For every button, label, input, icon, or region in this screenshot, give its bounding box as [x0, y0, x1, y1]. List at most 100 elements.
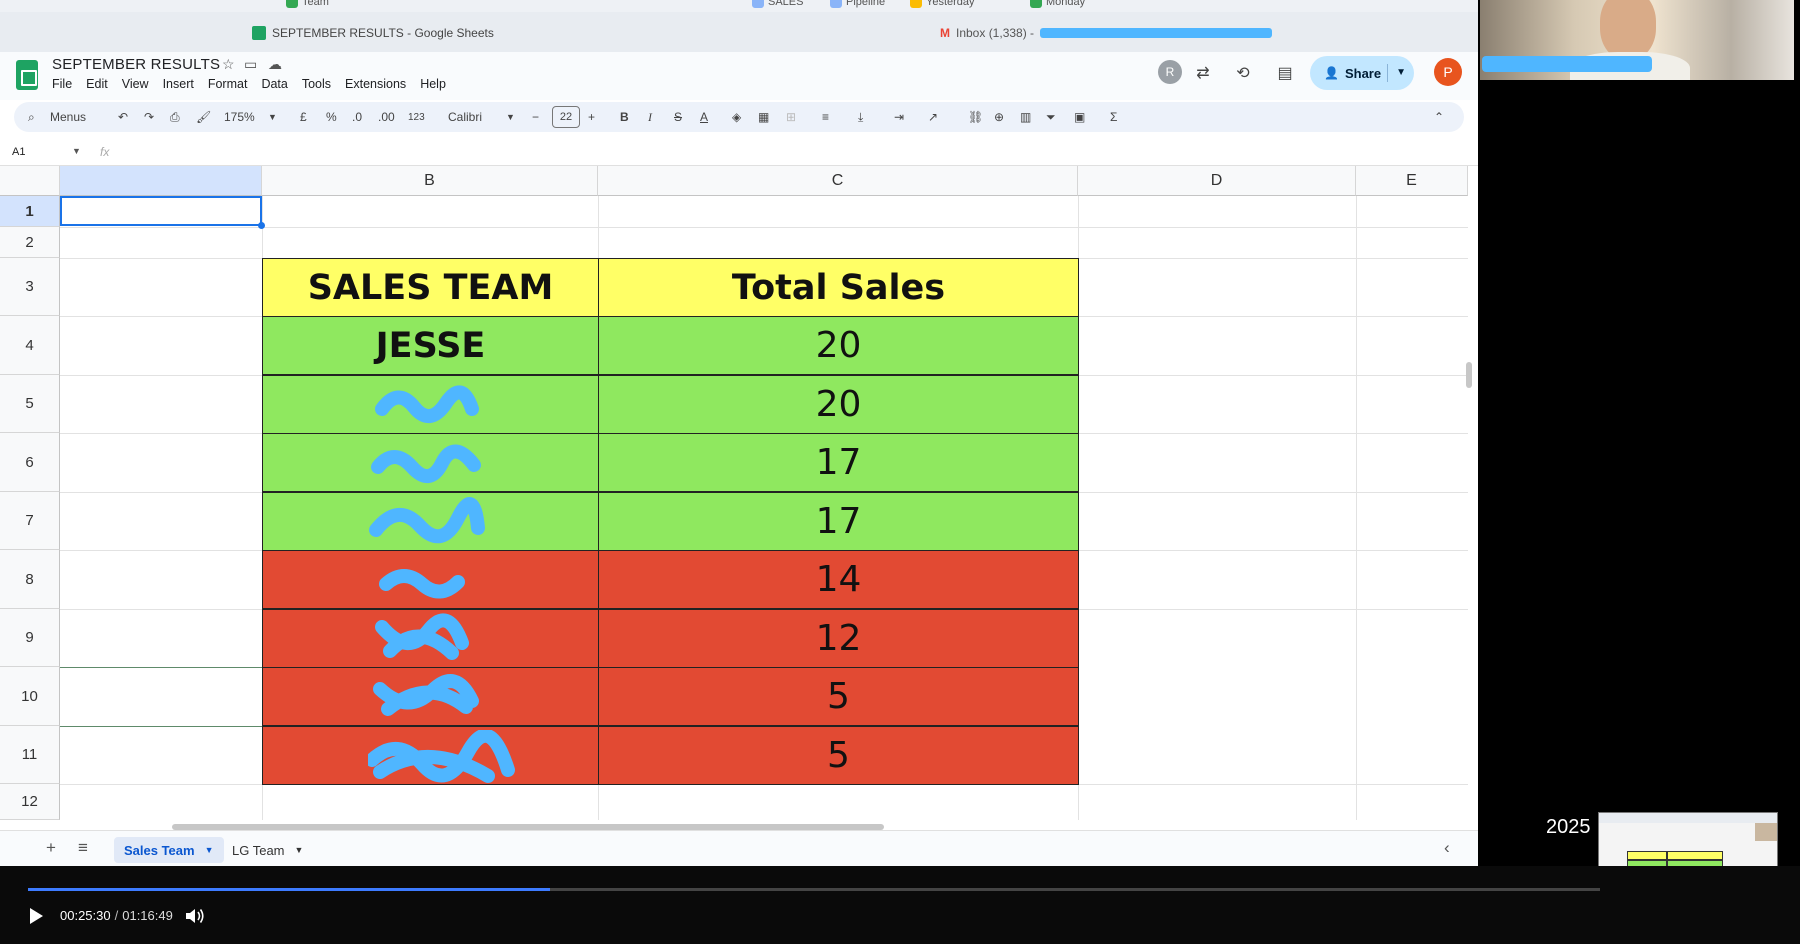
- sheets-logo-icon[interactable]: [16, 60, 38, 90]
- tab-google-sheets[interactable]: SEPTEMBER RESULTS - Google Sheets: [252, 20, 494, 46]
- tab-gmail-inbox[interactable]: M Inbox (1,338) -: [940, 20, 1273, 46]
- decrease-font-size-icon[interactable]: −: [532, 102, 539, 132]
- bold-button[interactable]: B: [620, 102, 629, 132]
- font-select[interactable]: Calibri: [448, 102, 482, 132]
- chevron-down-icon[interactable]: ▼: [205, 845, 214, 855]
- sales-team-header-cell[interactable]: SALES TEAM: [262, 258, 599, 317]
- total-sales-header-cell[interactable]: Total Sales: [598, 258, 1079, 317]
- menu-tools[interactable]: Tools: [302, 77, 331, 91]
- decrease-decimal-button[interactable]: .0: [352, 102, 362, 132]
- all-sheets-icon[interactable]: ≡: [78, 838, 88, 858]
- menu-edit[interactable]: Edit: [86, 77, 108, 91]
- bookmark-yesterday[interactable]: Yesterday: [910, 0, 975, 8]
- filter-views-icon[interactable]: ▣: [1074, 102, 1085, 132]
- cloud-status-icon[interactable]: ☁: [268, 56, 282, 73]
- insert-comment-icon[interactable]: ⊕: [994, 102, 1004, 132]
- text-color-button[interactable]: A: [700, 102, 708, 132]
- zoom-dropdown-icon[interactable]: ▼: [268, 102, 277, 132]
- star-icon[interactable]: ☆: [222, 56, 235, 73]
- column-header-c[interactable]: C: [598, 166, 1078, 196]
- share-button[interactable]: 👤 Share ▼: [1310, 56, 1414, 90]
- strikethrough-icon[interactable]: S: [674, 102, 682, 132]
- collaborator-tools-icon[interactable]: ⇄: [1190, 60, 1216, 86]
- horizontal-align-icon[interactable]: ≡: [822, 102, 829, 132]
- row-header[interactable]: 9: [0, 609, 60, 667]
- functions-button[interactable]: Σ: [1110, 102, 1117, 132]
- row-header[interactable]: 4: [0, 316, 60, 375]
- menu-help[interactable]: Help: [420, 77, 446, 91]
- document-title[interactable]: SEPTEMBER RESULTS: [52, 56, 220, 73]
- spreadsheet-grid[interactable]: B C D E 1 2 3 4 5 6 7 8 9 10 11 12 SALES…: [0, 166, 1478, 820]
- fill-handle[interactable]: [258, 222, 265, 229]
- row-header[interactable]: 11: [0, 726, 60, 784]
- total-sales-value-cell[interactable]: 5: [598, 667, 1079, 726]
- vertical-align-icon[interactable]: ⤓: [858, 102, 863, 132]
- column-header-a[interactable]: [60, 166, 262, 196]
- column-header-b[interactable]: B: [262, 166, 598, 196]
- bookmark-sales[interactable]: SALES: [752, 0, 803, 8]
- row-header[interactable]: 6: [0, 433, 60, 492]
- chevron-down-icon[interactable]: ▼: [295, 845, 304, 855]
- total-sales-value-cell[interactable]: 5: [598, 726, 1079, 785]
- row-header[interactable]: 1: [0, 196, 60, 227]
- vertical-scrollbar[interactable]: [1466, 362, 1472, 388]
- column-header-e[interactable]: E: [1356, 166, 1468, 196]
- name-box-dropdown-icon[interactable]: ▼: [72, 146, 81, 156]
- total-sales-value-cell[interactable]: 14: [598, 550, 1079, 609]
- row-header[interactable]: 8: [0, 550, 60, 609]
- row-header[interactable]: 2: [0, 227, 60, 258]
- increase-decimal-button[interactable]: .00: [378, 102, 395, 132]
- fill-color-icon[interactable]: ◈: [732, 102, 741, 132]
- selected-cell-a1[interactable]: [60, 196, 262, 226]
- move-folder-icon[interactable]: ▭: [244, 56, 257, 73]
- filter-icon[interactable]: ⏷: [1046, 102, 1056, 132]
- sheet-tab-sales-team[interactable]: Sales Team ▼: [114, 837, 224, 863]
- volume-icon[interactable]: [184, 906, 206, 926]
- menu-data[interactable]: Data: [261, 77, 287, 91]
- total-sales-value-cell[interactable]: 17: [598, 433, 1079, 492]
- add-sheet-icon[interactable]: +: [46, 838, 56, 858]
- sheet-tab-lg-team[interactable]: LG Team ▼: [222, 837, 313, 863]
- bookmark-pipeline[interactable]: Pipeline: [830, 0, 885, 8]
- row-header[interactable]: 10: [0, 667, 60, 726]
- italic-button[interactable]: I: [648, 102, 652, 132]
- collapse-toolbar-icon[interactable]: ⌃: [1434, 102, 1444, 132]
- menu-extensions[interactable]: Extensions: [345, 77, 406, 91]
- print-icon[interactable]: ⎙: [170, 102, 180, 132]
- column-header-d[interactable]: D: [1078, 166, 1356, 196]
- percent-format-button[interactable]: %: [326, 102, 337, 132]
- progress-bar[interactable]: [28, 888, 1600, 891]
- bookmark-team[interactable]: Team: [286, 0, 329, 8]
- insert-chart-icon[interactable]: ▥: [1020, 102, 1031, 132]
- font-dropdown-icon[interactable]: ▼: [506, 102, 515, 132]
- text-rotation-icon[interactable]: ↗: [928, 102, 938, 132]
- name-box[interactable]: A1: [12, 146, 25, 158]
- menu-format[interactable]: Format: [208, 77, 248, 91]
- chevron-left-icon[interactable]: ‹: [1444, 838, 1450, 858]
- redo-icon[interactable]: ↷: [144, 102, 154, 132]
- undo-icon[interactable]: ↶: [118, 102, 128, 132]
- zoom-select[interactable]: 175%: [224, 102, 255, 132]
- row-header[interactable]: 7: [0, 492, 60, 550]
- currency-format-button[interactable]: £: [300, 102, 307, 132]
- total-sales-value-cell[interactable]: 20: [598, 375, 1079, 434]
- menu-view[interactable]: View: [122, 77, 149, 91]
- row-header[interactable]: 12: [0, 784, 60, 820]
- comments-icon[interactable]: ▤: [1272, 60, 1298, 86]
- total-sales-value-cell[interactable]: 17: [598, 492, 1079, 551]
- insert-link-icon[interactable]: ⛓: [968, 102, 983, 132]
- account-avatar[interactable]: P: [1434, 58, 1462, 86]
- version-history-icon[interactable]: ⟲: [1230, 60, 1256, 86]
- borders-icon[interactable]: ▦: [758, 102, 769, 132]
- increase-font-size-icon[interactable]: +: [588, 102, 595, 132]
- bookmark-monday[interactable]: Monday: [1030, 0, 1085, 8]
- text-wrap-icon[interactable]: ⇥: [894, 102, 904, 132]
- select-all-corner[interactable]: [0, 166, 60, 196]
- merge-cells-icon[interactable]: ⊞: [786, 102, 796, 132]
- menu-file[interactable]: File: [52, 77, 72, 91]
- share-dropdown-icon[interactable]: ▼: [1387, 64, 1406, 82]
- number-format-button[interactable]: 123: [408, 102, 425, 132]
- collaborator-avatar[interactable]: R: [1158, 60, 1182, 84]
- total-sales-value-cell[interactable]: 20: [598, 316, 1079, 375]
- sales-rep-name-cell[interactable]: JESSE: [262, 316, 599, 375]
